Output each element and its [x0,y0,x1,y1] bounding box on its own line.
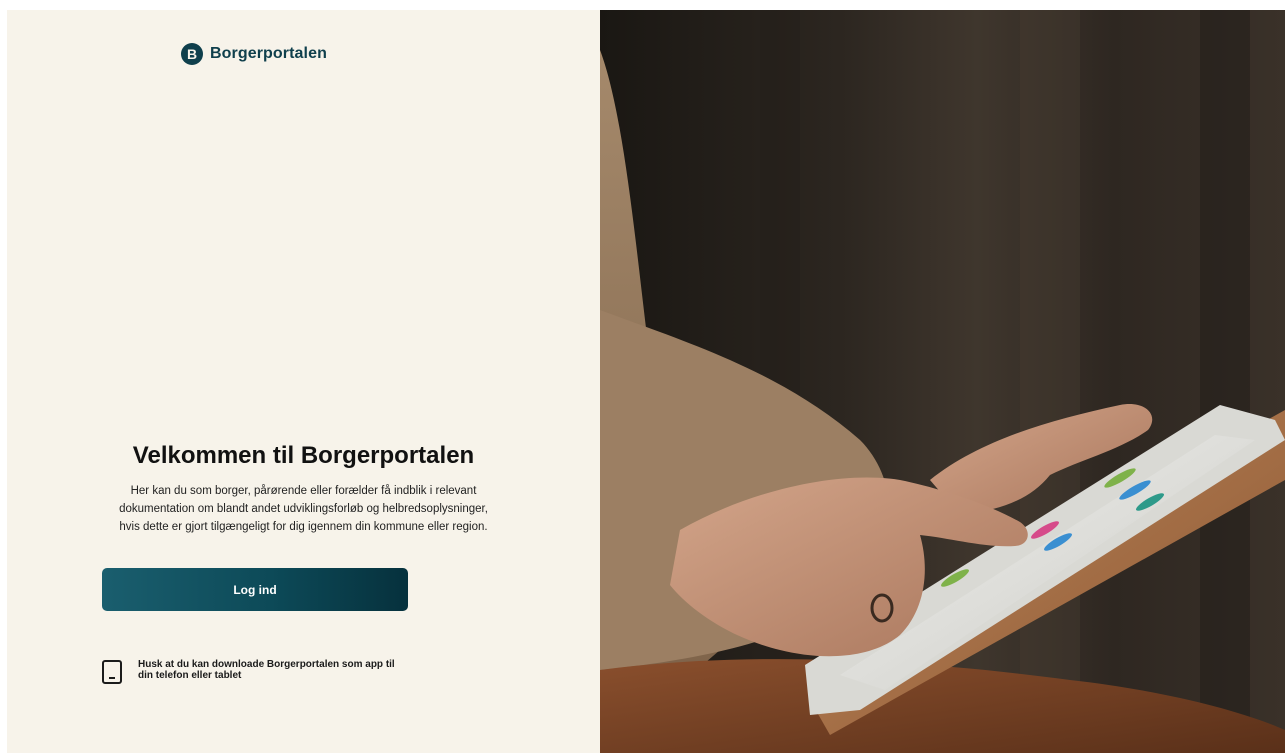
login-button[interactable]: Log ind [102,568,408,611]
tablet-icon [102,660,122,684]
app-download-hint: Husk at du kan downloade Borgerportalen … [102,659,408,684]
app-download-text: Husk at du kan downloade Borgerportalen … [138,659,395,681]
hero-image [600,10,1285,753]
page-title: Velkommen til Borgerportalen [132,442,475,469]
login-panel: B Borgerportalen Velkommen til Borgerpor… [7,10,600,753]
page: B Borgerportalen Velkommen til Borgerpor… [7,10,1285,753]
brand-name: Borgerportalen [210,45,327,62]
logo-mark-icon: B [181,43,203,65]
hero-illustration [600,10,1285,753]
brand-logo[interactable]: B Borgerportalen [181,43,327,65]
welcome-description: Her kan du som borger, pårørende eller f… [119,485,488,533]
welcome-section: Velkommen til Borgerportalen Her kan du … [7,440,600,536]
